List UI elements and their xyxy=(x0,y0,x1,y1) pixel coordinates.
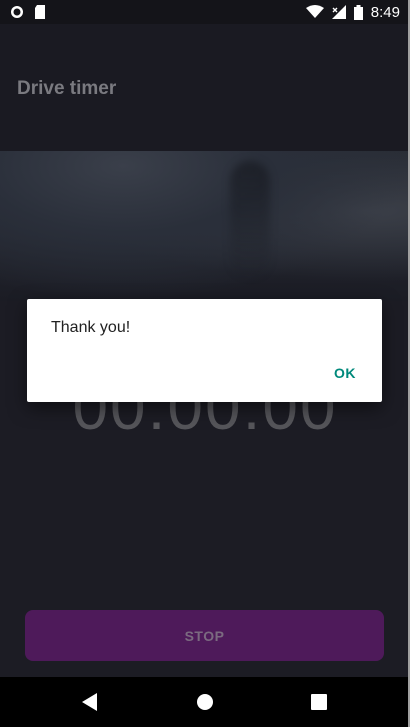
circle-notification-icon xyxy=(10,5,24,19)
sd-card-icon xyxy=(34,5,46,19)
stop-button[interactable]: STOP xyxy=(25,610,384,661)
back-icon[interactable] xyxy=(78,690,102,714)
home-icon[interactable] xyxy=(193,690,217,714)
page-title: Drive timer xyxy=(17,78,117,99)
alert-dialog: Thank you! OK xyxy=(27,299,382,402)
dialog-message: Thank you! xyxy=(51,319,131,336)
navigation-bar xyxy=(0,677,410,727)
header-image xyxy=(0,151,410,301)
status-time: 8:49 xyxy=(370,3,400,21)
ok-button[interactable]: OK xyxy=(334,365,356,381)
status-bar: 8:49 xyxy=(0,0,410,24)
status-left xyxy=(10,5,46,19)
app-screen: 8:49 Drive timer 00:00:00 STOP Thank you… xyxy=(0,0,410,727)
wifi-icon xyxy=(305,5,324,19)
header-image-shape xyxy=(230,161,270,281)
signal-icon xyxy=(331,5,346,19)
app-bar: Drive timer xyxy=(0,24,410,151)
battery-icon xyxy=(353,4,363,20)
recents-icon[interactable] xyxy=(307,690,331,714)
status-right: 8:49 xyxy=(305,3,400,21)
